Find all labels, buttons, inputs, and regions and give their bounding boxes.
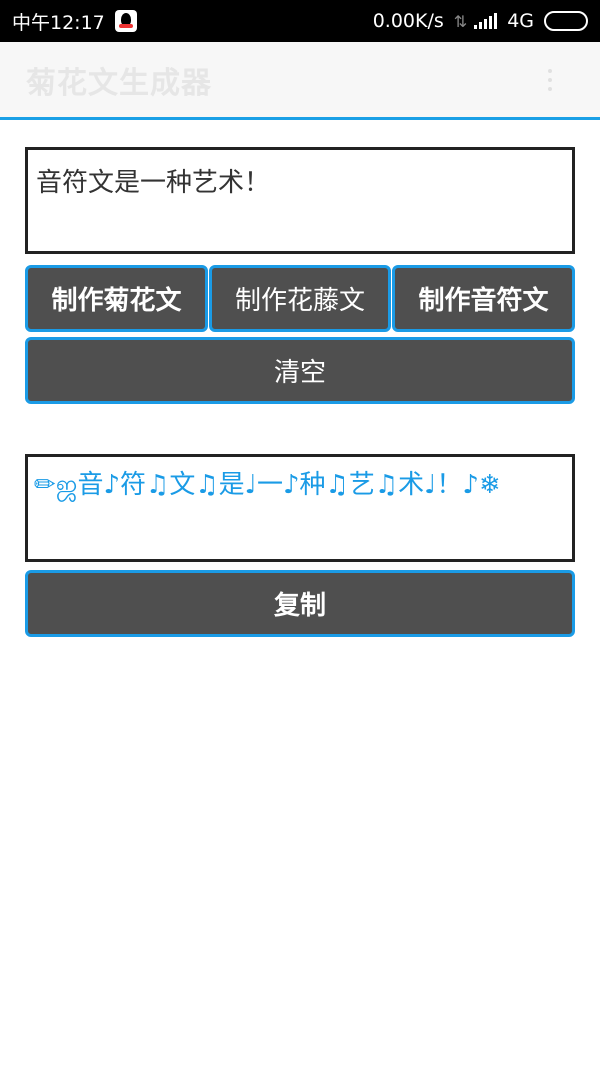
- battery-icon: [544, 11, 588, 31]
- source-text-input[interactable]: 音符文是一种艺术！: [25, 147, 575, 254]
- network-type: 4G: [507, 10, 534, 32]
- copy-button[interactable]: 复制: [25, 570, 575, 637]
- clear-button[interactable]: 清空: [25, 337, 575, 404]
- make-vine-button[interactable]: 制作花藤文: [209, 265, 391, 332]
- status-bar: 中午12:17 0.00K/s ⇅ 4G: [0, 0, 600, 42]
- status-left: 中午12:17: [12, 8, 137, 35]
- status-right: 0.00K/s ⇅ 4G: [373, 10, 588, 32]
- signal-icon: [474, 13, 498, 29]
- make-note-button[interactable]: 制作音符文: [392, 265, 575, 332]
- data-transfer-icon: ⇅: [453, 11, 468, 31]
- result-text-output[interactable]: ✏ஜ音♪符♫文♫是♩一♪种♫艺♫术♩！♪❄: [25, 454, 575, 562]
- qq-icon: [114, 10, 137, 32]
- app-bar: 菊花文生成器: [0, 42, 600, 120]
- overflow-menu-icon[interactable]: [548, 68, 552, 91]
- make-chrysanthemum-button[interactable]: 制作菊花文: [25, 265, 208, 332]
- network-speed: 0.00K/s: [372, 10, 444, 32]
- status-time: 中午12:17: [12, 11, 105, 34]
- app-title: 菊花文生成器: [26, 65, 212, 101]
